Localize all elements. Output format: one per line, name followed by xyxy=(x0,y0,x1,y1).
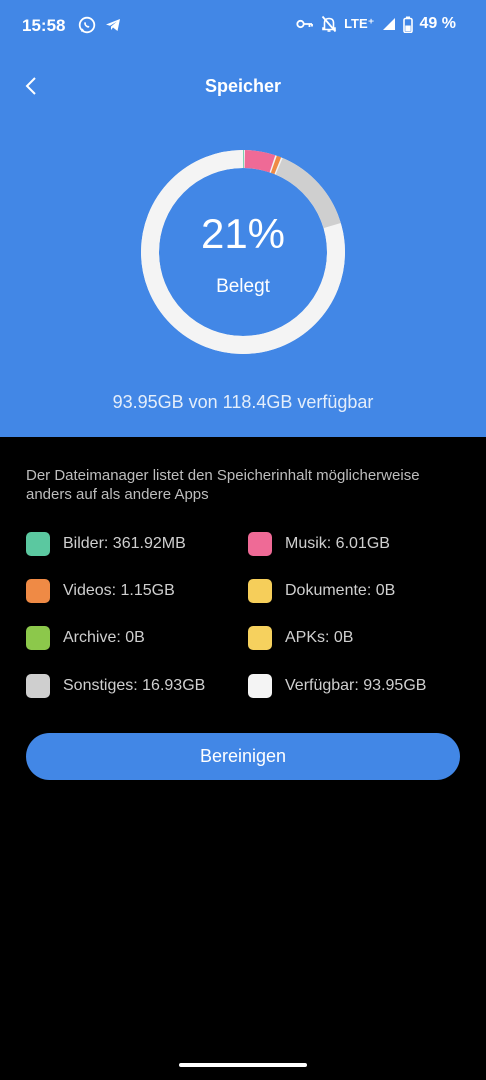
legend-swatch xyxy=(26,532,50,556)
legend-label: Bilder: 361.92MB xyxy=(63,535,186,552)
page-title: Speicher xyxy=(204,76,282,96)
legend-swatch xyxy=(26,674,50,698)
legend-label: Verfügbar: 93.95GB xyxy=(285,677,427,694)
legend-label: Sonstiges: 16.93GB xyxy=(63,677,206,694)
legend-item-available: Verfügbar: 93.95GB xyxy=(248,673,426,699)
legend-label: Archive: 0B xyxy=(63,629,145,646)
home-indicator[interactable] xyxy=(179,1063,307,1067)
network-type: LTE⁺ xyxy=(344,16,375,31)
whatsapp-icon xyxy=(78,16,96,34)
vpn-key-icon xyxy=(296,18,314,30)
legend-item-images: Bilder: 361.92MB xyxy=(26,531,186,557)
legend-item-other: Sonstiges: 16.93GB xyxy=(26,673,205,699)
info-note: Der Dateimanager listet den Speicherinha… xyxy=(26,467,420,503)
battery-percent: 49 % xyxy=(419,15,456,32)
legend-label: Dokumente: 0B xyxy=(285,582,396,599)
app-header: Speicher xyxy=(0,62,486,110)
legend-swatch xyxy=(248,579,272,603)
legend-item-videos: Videos: 1.15GB xyxy=(26,578,175,604)
legend-swatch xyxy=(248,674,272,698)
available-summary: 93.95GB von 118.4GB verfügbar xyxy=(112,392,374,412)
legend-item-music: Musik: 6.01GB xyxy=(248,531,390,557)
telegram-icon xyxy=(104,16,122,34)
bell-off-icon xyxy=(321,15,337,33)
legend-label: APKs: 0B xyxy=(285,629,354,646)
clean-button[interactable]: Bereinigen xyxy=(26,733,460,780)
used-percent: 21% xyxy=(200,210,286,257)
legend-item-apks: APKs: 0B xyxy=(248,625,353,651)
status-bar: 15:58 LTE⁺ 49 % xyxy=(0,0,486,54)
signal-icon xyxy=(382,17,396,31)
status-time: 15:58 xyxy=(22,16,66,35)
legend-item-archives: Archive: 0B xyxy=(26,625,145,651)
legend-label: Videos: 1.15GB xyxy=(63,582,175,599)
legend-swatch xyxy=(248,626,272,650)
used-label: Belegt xyxy=(216,276,270,297)
legend-label: Musik: 6.01GB xyxy=(285,535,390,552)
legend-item-documents: Dokumente: 0B xyxy=(248,578,395,604)
legend-swatch xyxy=(248,532,272,556)
battery-icon xyxy=(402,16,413,33)
legend-swatch xyxy=(26,579,50,603)
legend-swatch xyxy=(26,626,50,650)
